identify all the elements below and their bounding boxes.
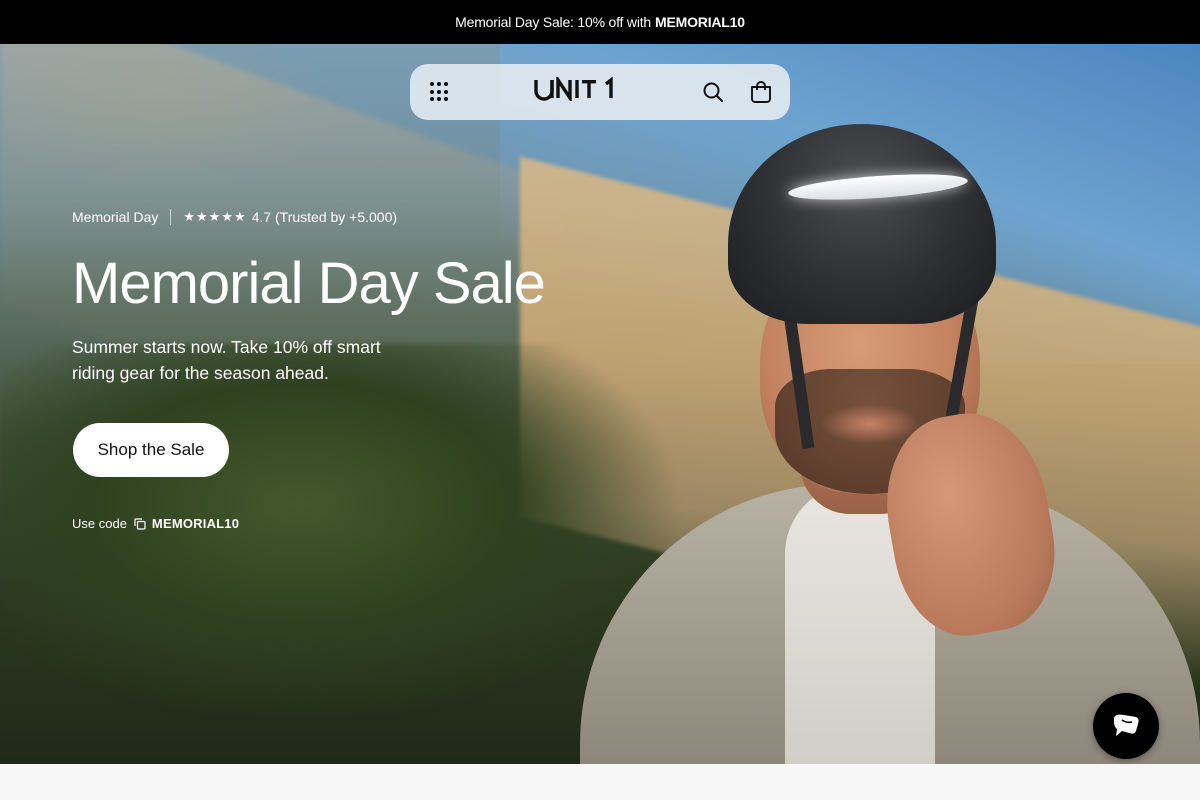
page-content-start [0, 764, 1200, 800]
promo-code[interactable]: MEMORIAL10 [152, 516, 239, 531]
hero-subtitle: Summer starts now. Take 10% off smart ri… [72, 337, 381, 383]
brand-logo[interactable] [534, 74, 616, 107]
announcement-bar: Memorial Day Sale: 10% off with MEMORIAL… [0, 0, 1200, 44]
floating-navbar [410, 64, 790, 120]
rating-trusted: (Trusted by +5.000) [275, 209, 398, 225]
shop-the-sale-button[interactable]: Shop the Sale [73, 423, 229, 477]
promo-code-label: Use code [72, 516, 127, 531]
chat-icon[interactable] [1093, 693, 1159, 759]
hero-person-image [560, 124, 1200, 764]
unit1-logo-mark [534, 74, 613, 104]
person-mouth [820, 404, 920, 444]
hero-copy: Memorial Day ★★★★★ 4.7 (Trusted by +5.00… [72, 206, 592, 386]
rating-value: 4.7 [251, 209, 272, 225]
cart-icon[interactable] [748, 79, 774, 105]
rating-stars-icon: ★★★★★ [183, 209, 247, 224]
hero-section [0, 44, 1200, 764]
announcement-text: Memorial Day Sale: 10% off with [455, 14, 652, 30]
meta-divider [170, 209, 172, 225]
announcement-code: MEMORIAL10 [655, 14, 745, 30]
hero-tag: Memorial Day [72, 209, 159, 225]
smart-helmet [728, 124, 996, 324]
hero-meta-row: Memorial Day ★★★★★ 4.7 (Trusted by +5.00… [72, 206, 592, 228]
copy-icon[interactable] [134, 517, 146, 530]
menu-grid-icon[interactable] [430, 82, 450, 102]
hero-title: Memorial Day Sale [72, 251, 546, 316]
promo-code-row: Use code MEMORIAL10 [72, 516, 239, 531]
search-icon[interactable] [700, 79, 726, 105]
